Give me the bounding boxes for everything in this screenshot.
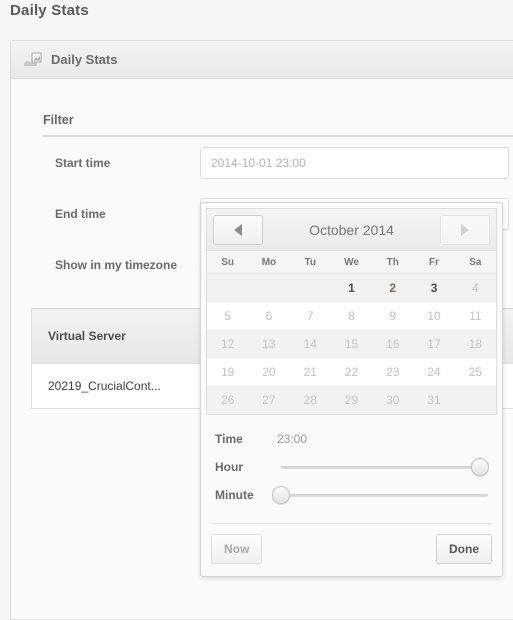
hour-slider-track: [281, 466, 488, 469]
chevron-right-icon: [461, 223, 469, 236]
calendar-day-empty: [289, 273, 331, 302]
calendar-body: 1 2 3 4 5 6 7 8 9 10 11 12 13 14 15 16 17 18 19 20 21 22 23 24 2…: [207, 273, 496, 414]
panel-title: Daily Stats: [51, 52, 118, 67]
hour-slider-row: Hour: [215, 453, 489, 481]
form-row-start-time: Start time: [31, 137, 509, 188]
chevron-left-icon: [234, 223, 242, 236]
minute-slider-handle[interactable]: [272, 486, 290, 504]
minute-label: Minute: [215, 488, 254, 502]
calendar-day-30: 30: [372, 386, 414, 414]
calendar-week-row: 26 27 28 29 30 31: [207, 386, 496, 414]
show-timezone-label: Show in my timezone: [55, 257, 178, 272]
start-time-label: Start time: [55, 155, 111, 170]
minute-slider-row: Minute: [215, 481, 488, 509]
datetime-picker-popup: October 2014 Su Mo Tu We Th Fr Sa 123456…: [200, 202, 503, 577]
minute-slider[interactable]: [272, 486, 488, 504]
weekday-sa: Sa: [454, 251, 496, 274]
filter-legend: Filter: [43, 113, 74, 127]
calendar-day-4: 4: [454, 273, 496, 302]
calendar-day-9: 9: [372, 302, 414, 330]
calendar-week-row: 1234: [207, 273, 496, 302]
calendar-day-18: 18: [454, 330, 496, 358]
calendar-day-5: 5: [207, 302, 249, 330]
end-time-label: End time: [55, 206, 106, 221]
next-month-button[interactable]: [440, 214, 490, 245]
calendar-day-31: 31: [413, 386, 455, 414]
calendar-day-28: 28: [289, 386, 331, 414]
hour-label: Hour: [215, 460, 243, 474]
done-button[interactable]: Done: [436, 534, 492, 564]
calendar-day-19: 19: [207, 358, 249, 386]
chart-image-icon: [23, 52, 43, 68]
calendar-day-17: 17: [413, 330, 455, 358]
now-button[interactable]: Now: [211, 534, 263, 564]
calendar-day-29: 29: [330, 386, 373, 414]
minute-slider-track: [281, 494, 488, 497]
prev-month-button[interactable]: [213, 214, 263, 245]
hour-slider[interactable]: [281, 458, 489, 476]
datepicker-footer: Now Done: [211, 523, 492, 576]
calendar-day-10: 10: [413, 302, 455, 330]
calendar-day-empty: [207, 273, 249, 302]
cell-virtual-server: 20219_CrucialCont...: [48, 379, 161, 393]
datepicker-calendar: October 2014 Su Mo Tu We Th Fr Sa 123456…: [206, 208, 497, 415]
weekday-th: Th: [372, 251, 414, 274]
hour-slider-handle[interactable]: [470, 458, 489, 476]
time-value: 23:00: [277, 432, 308, 446]
calendar-day-24: 24: [413, 358, 455, 386]
calendar-day-8: 8: [330, 302, 373, 330]
datepicker-header: October 2014: [207, 209, 496, 251]
calendar-day-14: 14: [289, 330, 331, 358]
calendar-grid: Su Mo Tu We Th Fr Sa 1 2 3 4 5 6 7 8 9 10 11 12 13 14…: [207, 251, 496, 414]
time-display-row: Time 23:00: [215, 425, 488, 453]
weekday-tu: Tu: [289, 251, 331, 274]
month-year-label: October 2014: [309, 221, 394, 238]
calendar-day-3[interactable]: 3: [413, 273, 455, 302]
calendar-day-2[interactable]: 2: [372, 273, 414, 302]
calendar-day-empty: [248, 273, 290, 302]
calendar-day-empty: [454, 386, 496, 414]
calendar-day-13: 13: [248, 330, 290, 358]
calendar-day-7: 7: [289, 302, 331, 330]
weekday-header-row: Su Mo Tu We Th Fr Sa: [207, 251, 496, 274]
calendar-week-row: 12 13 14 15 16 17 18: [207, 330, 496, 358]
weekday-su: Su: [207, 251, 249, 274]
panel-header: Daily Stats: [11, 41, 513, 79]
weekday-fr: Fr: [413, 251, 455, 274]
calendar-day-6: 6: [248, 302, 290, 330]
calendar-day-15: 15: [330, 330, 373, 358]
weekday-we: We: [330, 251, 373, 274]
calendar-day-21: 21: [289, 358, 331, 386]
page-title: Daily Stats: [10, 2, 89, 19]
calendar-day-27: 27: [248, 386, 290, 414]
calendar-day-26: 26: [207, 386, 249, 414]
calendar-day-12: 12: [207, 330, 249, 358]
calendar-day-1[interactable]: 1: [330, 273, 373, 302]
column-header-virtual-server[interactable]: Virtual Server: [32, 309, 222, 363]
time-section: Time 23:00 Hour Minute: [201, 415, 502, 513]
calendar-week-row: 19 20 21 22 23 24 25: [207, 358, 496, 386]
calendar-day-16: 16: [372, 330, 414, 358]
time-label: Time: [215, 432, 243, 446]
calendar-day-23: 23: [372, 358, 414, 386]
weekday-mo: Mo: [248, 251, 290, 274]
calendar-week-row: 5 6 7 8 9 10 11: [207, 302, 496, 330]
calendar-day-11: 11: [454, 302, 496, 330]
calendar-day-25: 25: [454, 358, 496, 386]
calendar-day-20: 20: [248, 358, 290, 386]
start-time-input[interactable]: [200, 146, 509, 179]
calendar-day-22: 22: [330, 358, 373, 386]
